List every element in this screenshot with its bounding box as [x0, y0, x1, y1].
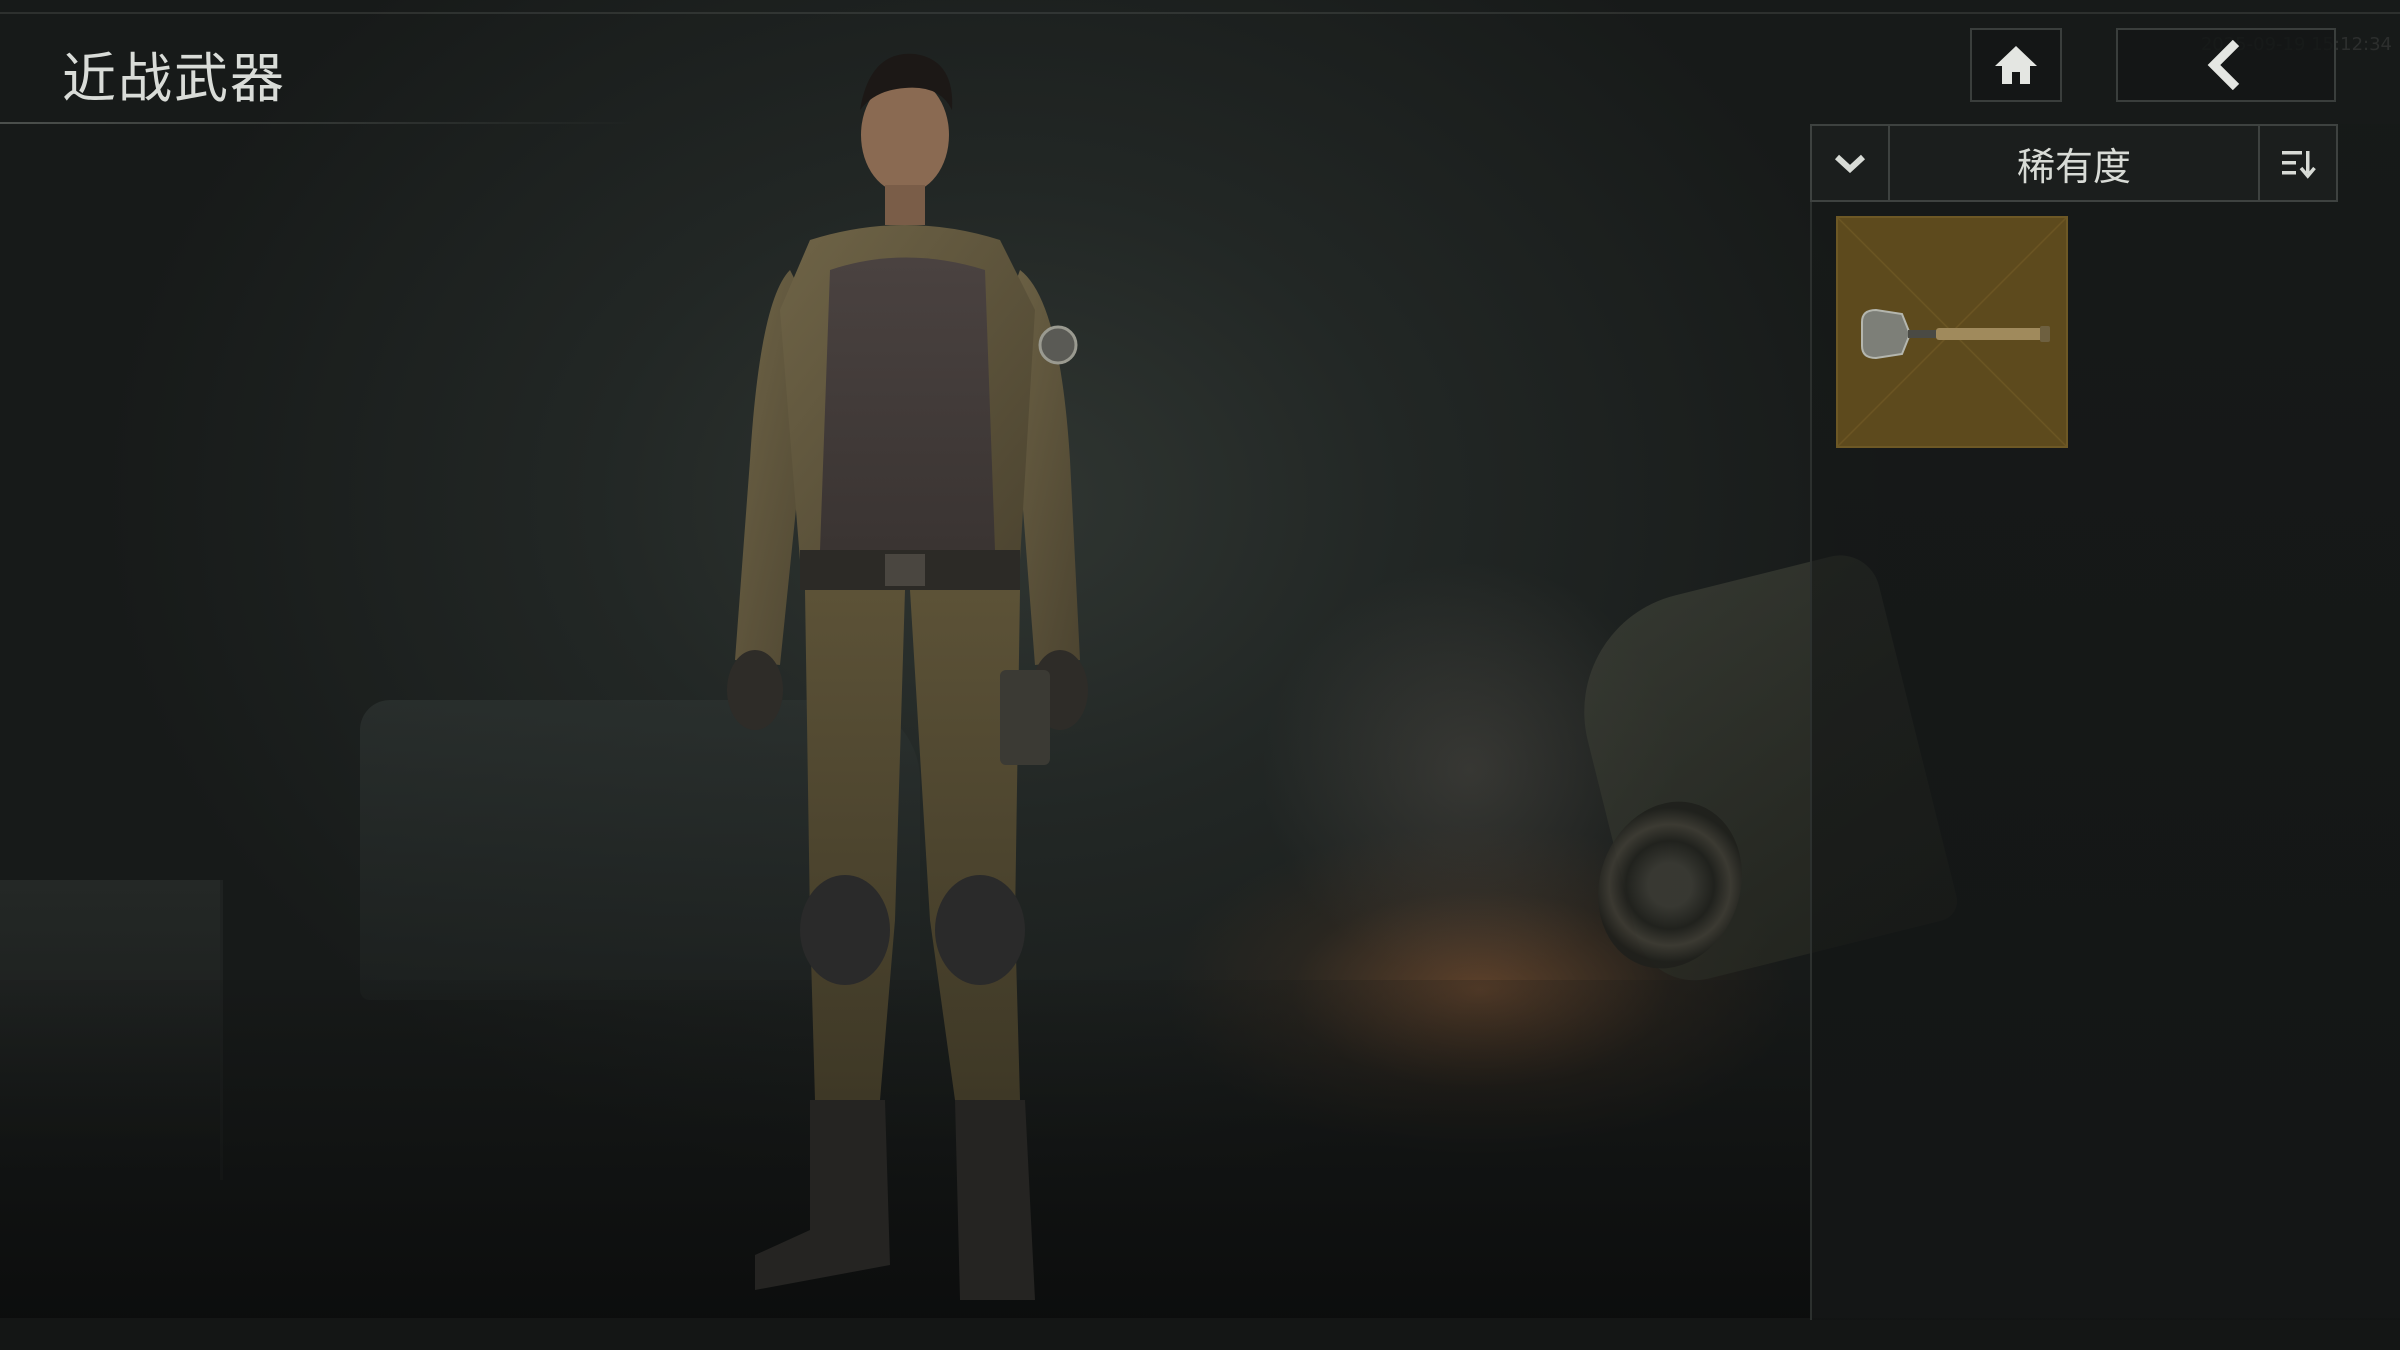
sort-dropdown-button[interactable]: [1812, 126, 1890, 200]
home-button[interactable]: [1970, 28, 2062, 102]
game-screen: 近战武器 2025-09-19 15:12:34 稀有度: [0, 0, 2400, 1350]
background-crate: [0, 880, 223, 1180]
sort-order-button[interactable]: [2258, 126, 2336, 200]
page-title: 近战武器: [62, 47, 286, 110]
character-model: [727, 53, 1088, 1300]
title-divider: [0, 122, 640, 124]
back-button[interactable]: [2116, 28, 2336, 102]
sort-order-icon: [2282, 151, 2316, 179]
home-icon: [1995, 46, 2037, 84]
background-tire: [1575, 781, 1765, 989]
chevron-left-icon: [2207, 40, 2240, 90]
chevron-down-icon: [1834, 154, 1866, 173]
smoke-effect: [1260, 560, 1680, 980]
bottom-bar: [0, 1318, 2400, 1350]
weapon-item-shovel[interactable]: [1836, 216, 2068, 448]
sort-label: 稀有度: [2016, 144, 2131, 189]
sort-bar: 稀有度: [1810, 124, 2338, 202]
shovel-icon: [1861, 308, 2050, 360]
top-divider: [0, 12, 2400, 14]
